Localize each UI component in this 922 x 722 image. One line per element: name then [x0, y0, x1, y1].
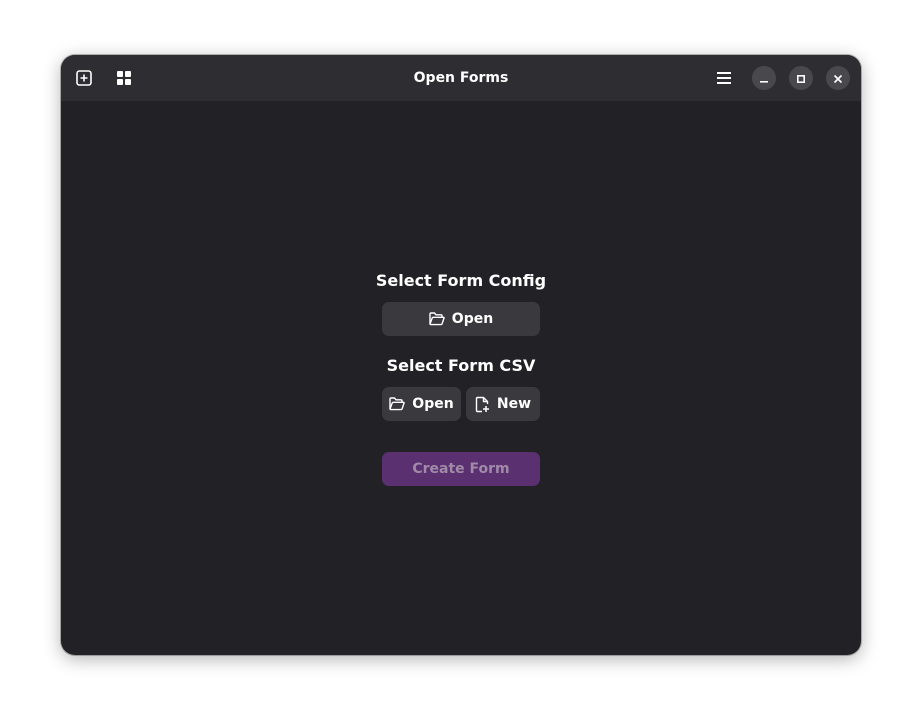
- csv-section-label: Select Form CSV: [386, 356, 536, 375]
- hamburger-menu-icon: [717, 72, 731, 84]
- folder-open-icon: [389, 397, 406, 411]
- open-config-label: Open: [451, 311, 494, 327]
- new-tab-button[interactable]: [69, 63, 99, 93]
- new-csv-label: New: [496, 396, 532, 412]
- document-new-icon: [475, 396, 490, 413]
- main-content: Select Form Config Open Select Form CSV …: [61, 101, 861, 655]
- open-config-button[interactable]: Open: [382, 302, 540, 336]
- window-title: Open Forms: [413, 70, 509, 86]
- create-form-label: Create Form: [412, 461, 510, 477]
- new-tab-icon: [76, 70, 92, 86]
- new-csv-button[interactable]: New: [466, 387, 540, 421]
- close-icon: [833, 69, 843, 88]
- minimize-button[interactable]: [752, 66, 776, 90]
- maximize-icon: [796, 69, 806, 88]
- minimize-icon: [759, 69, 769, 88]
- grid-view-button[interactable]: [109, 63, 139, 93]
- folder-open-icon: [429, 312, 445, 326]
- headerbar: Open Forms: [61, 55, 861, 101]
- close-button[interactable]: [826, 66, 850, 90]
- maximize-button[interactable]: [789, 66, 813, 90]
- create-form-button[interactable]: Create Form: [382, 452, 540, 486]
- app-window: Open Forms Select Form Config Open Selec…: [61, 55, 861, 655]
- main-menu-button[interactable]: [709, 63, 739, 93]
- grid-icon: [117, 71, 131, 85]
- open-csv-button[interactable]: Open: [382, 387, 461, 421]
- open-csv-label: Open: [412, 396, 454, 412]
- config-section-label: Select Form Config: [375, 271, 547, 290]
